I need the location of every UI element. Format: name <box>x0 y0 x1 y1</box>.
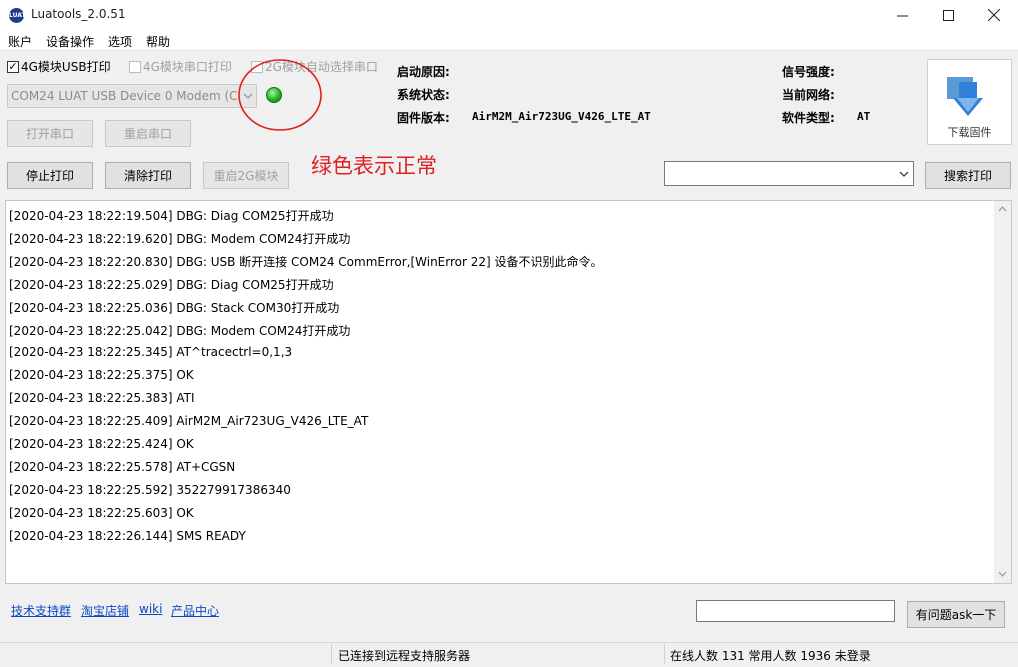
download-arrow-icon <box>947 77 983 116</box>
status-separator <box>331 644 332 664</box>
ask-input[interactable] <box>696 600 895 622</box>
status-separator <box>664 644 665 664</box>
annotation-text: 绿色表示正常 <box>311 154 437 178</box>
stop-print-button[interactable]: 停止打印 <box>7 162 93 189</box>
server-status: 已连接到远程支持服务器 <box>338 649 471 663</box>
log-line: [2020-04-23 18:22:25.409] AirM2M_Air723U… <box>9 414 369 428</box>
log-line: [2020-04-23 18:22:25.375] OK <box>9 368 194 382</box>
log-line: [2020-04-23 18:22:25.345] AT^tracectrl=0… <box>9 345 293 359</box>
vertical-scrollbar[interactable] <box>994 201 1011 583</box>
uart-print-checkbox[interactable]: 4G模块串口打印 <box>129 58 232 75</box>
log-line: [2020-04-23 18:22:25.029] DBG: Diag COM2… <box>9 278 334 292</box>
usb-print-label: 4G模块USB打印 <box>21 60 111 74</box>
minimize-icon <box>896 15 908 16</box>
log-line: [2020-04-23 18:22:26.144] SMS READY <box>9 529 246 543</box>
software-type-label: 软件类型: <box>782 111 835 125</box>
port-select-value: COM24 LUAT USB Device 0 Modem (C <box>11 89 238 103</box>
menu-options[interactable]: 选项 <box>108 33 132 50</box>
chevron-down-icon <box>899 171 909 177</box>
log-line: [2020-04-23 18:22:19.504] DBG: Diag COM2… <box>9 209 334 223</box>
system-state-label: 系统状态: <box>397 88 450 102</box>
download-firmware-label: 下载固件 <box>947 126 992 139</box>
window-title: Luatools_2.0.51 <box>31 7 126 21</box>
link-wiki[interactable]: wiki <box>139 602 162 616</box>
minimize-button[interactable] <box>879 0 925 30</box>
scroll-up-icon[interactable] <box>998 206 1007 212</box>
scroll-down-icon[interactable] <box>998 571 1007 577</box>
log-line: [2020-04-23 18:22:25.424] OK <box>9 437 194 451</box>
signal-label: 信号强度: <box>782 65 835 79</box>
log-line: [2020-04-23 18:22:25.383] ATI <box>9 391 195 405</box>
boot-reason-label: 启动原因: <box>397 65 450 79</box>
annotation-circle <box>238 59 322 131</box>
search-select[interactable] <box>664 161 914 186</box>
restart-2g-button[interactable]: 重启2G模块 <box>203 162 289 189</box>
log-line: [2020-04-23 18:22:25.042] DBG: Modem COM… <box>9 324 351 338</box>
firmware-value: AirM2M_Air723UG_V426_LTE_AT <box>472 110 651 123</box>
maximize-button[interactable] <box>925 0 971 30</box>
usb-print-checkbox[interactable]: ✓ 4G模块USB打印 <box>7 58 111 75</box>
close-button[interactable] <box>971 0 1017 30</box>
menu-account[interactable]: 账户 <box>8 33 32 50</box>
port-select[interactable]: COM24 LUAT USB Device 0 Modem (C <box>7 84 257 108</box>
log-line: [2020-04-23 18:22:25.592] 35227991738634… <box>9 483 291 497</box>
log-line: [2020-04-23 18:22:25.036] DBG: Stack COM… <box>9 301 340 315</box>
app-logo-icon: LUAT <box>9 8 26 23</box>
log-line: [2020-04-23 18:22:25.603] OK <box>9 506 194 520</box>
restart-port-button[interactable]: 重启串口 <box>105 120 191 147</box>
close-icon <box>988 9 1000 21</box>
network-label: 当前网络: <box>782 88 835 102</box>
link-product-center[interactable]: 产品中心 <box>171 602 219 619</box>
open-port-button[interactable]: 打开串口 <box>7 120 93 147</box>
software-type-value: AT <box>857 110 871 123</box>
menu-device-ops[interactable]: 设备操作 <box>46 33 94 50</box>
ask-button[interactable]: 有问题ask一下 <box>907 601 1005 628</box>
download-firmware-button[interactable]: 下载固件 <box>927 59 1012 145</box>
search-print-button[interactable]: 搜索打印 <box>925 162 1011 189</box>
maximize-icon <box>942 9 954 21</box>
uart-print-label: 4G模块串口打印 <box>143 60 232 74</box>
link-support-group[interactable]: 技术支持群 <box>11 602 71 619</box>
log-line: [2020-04-23 18:22:19.620] DBG: Modem COM… <box>9 232 351 246</box>
link-taobao-store[interactable]: 淘宝店铺 <box>81 602 129 619</box>
log-output[interactable]: [2020-04-23 18:22:19.504] DBG: Diag COM2… <box>5 200 1012 584</box>
checkmark-icon: ✓ <box>7 60 19 73</box>
checkbox-box <box>129 60 141 73</box>
clear-print-button[interactable]: 清除打印 <box>105 162 191 189</box>
title-bar: LUAT Luatools_2.0.51 <box>0 0 1018 30</box>
online-users-status: 在线人数 131 常用人数 1936 未登录 <box>670 649 871 663</box>
log-line: [2020-04-23 18:22:20.830] DBG: USB 断开连接 … <box>9 255 603 269</box>
log-line: [2020-04-23 18:22:25.578] AT+CGSN <box>9 460 236 474</box>
firmware-label: 固件版本: <box>397 111 450 125</box>
menu-help[interactable]: 帮助 <box>146 33 170 50</box>
